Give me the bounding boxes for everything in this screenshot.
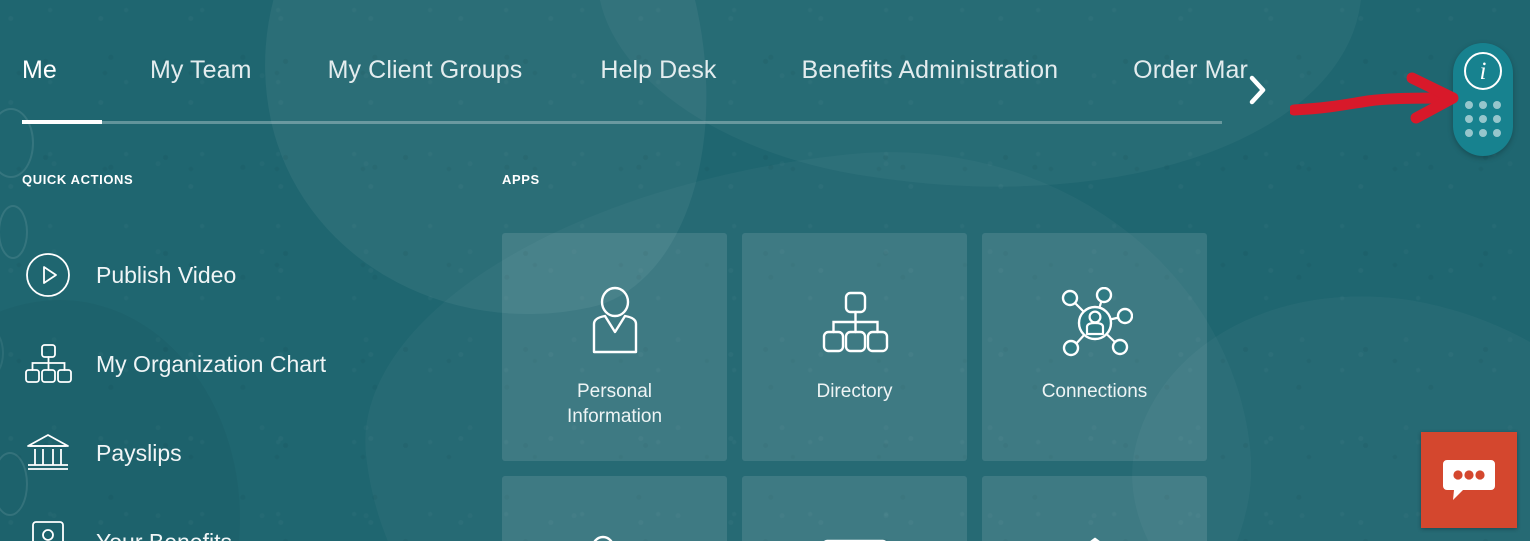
nav-tab-me[interactable]: Me bbox=[22, 58, 57, 83]
grid-dot bbox=[1479, 115, 1487, 123]
quick-action-label: Payslips bbox=[96, 439, 182, 466]
apps-grid-icon[interactable] bbox=[1465, 101, 1501, 137]
grid-dot bbox=[1479, 101, 1487, 109]
quick-action-label: My Organization Chart bbox=[96, 350, 327, 377]
info-apps-widget[interactable]: i bbox=[1453, 43, 1513, 156]
quick-action-your-benefits[interactable]: Your Benefits bbox=[22, 511, 462, 541]
nav-underline-track bbox=[22, 121, 1222, 124]
nav-tab-my-team[interactable]: My Team bbox=[150, 58, 252, 83]
grid-dot bbox=[1479, 129, 1487, 137]
chevron-right-icon[interactable] bbox=[1243, 73, 1273, 107]
grid-dot bbox=[1465, 115, 1473, 123]
people-icon bbox=[579, 528, 651, 541]
org-chart-icon bbox=[821, 285, 889, 361]
nav-active-indicator bbox=[22, 120, 102, 124]
app-tile-fourth[interactable] bbox=[502, 476, 727, 541]
apps-grid: Personal Information Directory Connectio… bbox=[502, 233, 1207, 541]
info-icon[interactable]: i bbox=[1464, 52, 1502, 90]
app-tile-sixth[interactable] bbox=[982, 476, 1207, 541]
nav-tab-help-desk[interactable]: Help Desk bbox=[600, 58, 716, 83]
quick-action-my-organization-chart[interactable]: My Organization Chart bbox=[22, 333, 462, 395]
app-tile-fifth[interactable] bbox=[742, 476, 967, 541]
network-person-icon bbox=[1057, 285, 1133, 361]
org-chart-icon bbox=[22, 338, 74, 390]
home-icon bbox=[1058, 528, 1132, 541]
nav-tab-benefits-administration[interactable]: Benefits Administration bbox=[802, 58, 1059, 83]
app-tile-label: Directory bbox=[816, 381, 893, 402]
person-icon bbox=[581, 285, 649, 361]
checklist-icon bbox=[820, 528, 890, 541]
app-tile-label: Connections bbox=[1041, 381, 1148, 402]
app-tile-label: Personal Information bbox=[566, 381, 663, 427]
grid-dot bbox=[1465, 101, 1473, 109]
apps-heading: APPS bbox=[502, 172, 540, 187]
nav-tab-order-management[interactable]: Order Mar bbox=[1133, 58, 1248, 83]
quick-action-publish-video[interactable]: Publish Video bbox=[22, 244, 462, 306]
chat-button[interactable] bbox=[1421, 432, 1517, 528]
quick-actions-list: Publish Video My Organization Chart Pays… bbox=[22, 244, 462, 541]
top-navigation-bar: Me My Team My Client Groups Help Desk Be… bbox=[0, 0, 1530, 128]
chat-bubble-icon bbox=[1443, 460, 1495, 500]
nav-tab-my-client-groups[interactable]: My Client Groups bbox=[328, 58, 523, 83]
app-tile-personal-information[interactable]: Personal Information bbox=[502, 233, 727, 461]
grid-dot bbox=[1493, 129, 1501, 137]
id-badge-icon bbox=[22, 516, 74, 541]
play-circle-icon bbox=[22, 249, 74, 301]
info-glyph: i bbox=[1479, 57, 1487, 85]
grid-dot bbox=[1493, 101, 1501, 109]
hcm-home-page: Me My Team My Client Groups Help Desk Be… bbox=[0, 0, 1530, 541]
grid-dot bbox=[1465, 129, 1473, 137]
quick-action-label: Publish Video bbox=[96, 261, 237, 288]
app-tile-directory[interactable]: Directory bbox=[742, 233, 967, 461]
quick-actions-heading: QUICK ACTIONS bbox=[22, 172, 134, 187]
grid-dot bbox=[1493, 115, 1501, 123]
nav-tab-list: Me My Team My Client Groups Help Desk Be… bbox=[0, 58, 1248, 83]
quick-action-payslips[interactable]: Payslips bbox=[22, 422, 462, 484]
quick-action-label: Your Benefits bbox=[96, 529, 232, 541]
app-tile-connections[interactable]: Connections bbox=[982, 233, 1207, 461]
bank-building-icon bbox=[22, 427, 74, 479]
